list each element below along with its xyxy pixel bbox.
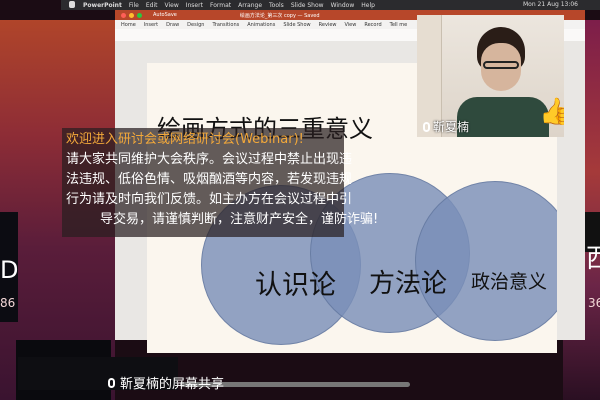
zoom-window-button[interactable] bbox=[137, 12, 142, 18]
tab-draw[interactable]: Draw bbox=[166, 22, 179, 28]
edge-right-number: 36 bbox=[588, 296, 600, 310]
meeting-notice-overlay: 欢迎进入研讨会或网络研讨会(Webinar)! 请大家共同维护大会秩序。会议过程… bbox=[62, 128, 379, 237]
glasses-icon bbox=[483, 61, 519, 69]
tab-view[interactable]: View bbox=[344, 22, 356, 28]
screen-share-text: 靳夏楠的屏幕共享 bbox=[120, 377, 225, 392]
menu-item-file[interactable]: File bbox=[129, 2, 139, 9]
edge-left-text: D bbox=[0, 256, 19, 284]
tell-me-search[interactable]: Tell me bbox=[390, 22, 408, 28]
tab-insert[interactable]: Insert bbox=[144, 22, 158, 28]
person-body bbox=[457, 97, 549, 137]
tab-slide-show[interactable]: Slide Show bbox=[283, 22, 310, 28]
menu-item-slide-show[interactable]: Slide Show bbox=[291, 2, 324, 9]
circle-label-epistemology: 认识论 bbox=[255, 270, 336, 301]
menu-item-help[interactable]: Help bbox=[361, 2, 375, 9]
menu-item-view[interactable]: View bbox=[164, 2, 178, 9]
microphone-icon bbox=[423, 121, 430, 132]
minimize-window-button[interactable] bbox=[129, 12, 134, 18]
close-window-button[interactable] bbox=[121, 12, 126, 18]
apple-icon[interactable] bbox=[69, 1, 75, 8]
tab-home[interactable]: Home bbox=[121, 22, 136, 28]
menu-item-format[interactable]: Format bbox=[210, 2, 231, 9]
autosave-toggle[interactable]: AutoSave bbox=[153, 12, 177, 18]
thumbs-up-icon: 👍 bbox=[539, 97, 564, 127]
menu-item-edit[interactable]: Edit bbox=[146, 2, 158, 9]
notice-line: 法违规、低俗色情、吸烟酗酒等内容，若发现违规 bbox=[66, 172, 353, 187]
speaker-name-tag: 靳夏楠 bbox=[423, 118, 469, 135]
edge-left-number: 86 bbox=[0, 296, 16, 310]
microphone-icon bbox=[108, 377, 115, 388]
menu-item-window[interactable]: Window bbox=[331, 2, 355, 9]
menu-clock: Mon 21 Aug 13:06 bbox=[522, 1, 578, 8]
speaker-video[interactable]: 👍 靳夏楠 bbox=[417, 15, 564, 137]
tab-transitions[interactable]: Transitions bbox=[212, 22, 239, 28]
mac-menu-bar: PowerPoint File Edit View Insert Format … bbox=[61, 0, 600, 10]
edge-right-text: 西 bbox=[586, 244, 600, 274]
tab-animations[interactable]: Animations bbox=[247, 22, 275, 28]
circle-label-methodology: 方法论 bbox=[369, 269, 448, 299]
tab-design[interactable]: Design bbox=[187, 22, 204, 28]
notice-line: 导交易，请谨慎判断，注意财产安全，谨防诈骗! bbox=[100, 212, 379, 227]
document-title: 绘画方法论_第三次 copy — Saved bbox=[239, 12, 320, 19]
notice-line: 请大家共同维护大会秩序。会议过程中禁止出现违 bbox=[66, 152, 353, 167]
screen-share-label: 靳夏楠的屏幕共享 bbox=[108, 373, 224, 392]
speaker-name: 靳夏楠 bbox=[433, 120, 470, 134]
menu-app-name[interactable]: PowerPoint bbox=[83, 2, 122, 9]
circle-label-politics: 政治意义 bbox=[471, 271, 548, 293]
menu-item-tools[interactable]: Tools bbox=[269, 2, 284, 9]
menu-item-insert[interactable]: Insert bbox=[186, 2, 203, 9]
tab-record[interactable]: Record bbox=[364, 22, 381, 28]
notice-heading: 欢迎进入研讨会或网络研讨会(Webinar)! bbox=[66, 132, 304, 147]
menu-item-arrange[interactable]: Arrange bbox=[238, 2, 262, 9]
tab-review[interactable]: Review bbox=[319, 22, 337, 28]
notice-line: 行为请及时向我们反馈。如主办方在会议过程中引 bbox=[66, 192, 353, 207]
